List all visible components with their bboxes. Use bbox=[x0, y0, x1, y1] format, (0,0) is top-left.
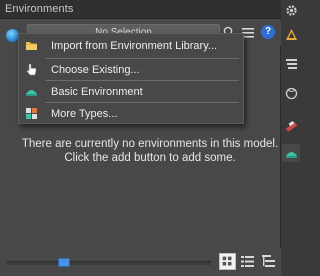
styles-icon[interactable] bbox=[285, 119, 298, 132]
slider-thumb[interactable] bbox=[58, 258, 70, 267]
menu-item-choose-existing[interactable]: Choose Existing... bbox=[19, 60, 243, 80]
menu-item-label: Basic Environment bbox=[51, 86, 143, 98]
thumbnail-size-slider[interactable] bbox=[6, 261, 211, 265]
gear-icon[interactable] bbox=[285, 4, 298, 17]
list-view-icon[interactable] bbox=[240, 254, 255, 269]
titlebar[interactable]: Environments bbox=[0, 0, 281, 19]
grid-view-icon[interactable] bbox=[219, 253, 236, 270]
right-sidebar bbox=[282, 0, 300, 276]
grid-types-icon bbox=[26, 108, 37, 119]
menu-separator bbox=[45, 102, 239, 103]
environment-icon[interactable] bbox=[285, 147, 298, 160]
menu-separator bbox=[45, 80, 239, 81]
menu-separator bbox=[45, 58, 239, 59]
help-button[interactable]: ? bbox=[261, 25, 275, 39]
empty-state-message: There are currently no environments in t… bbox=[21, 138, 279, 164]
panel-title: Environments bbox=[5, 3, 74, 15]
menu-item-import-library[interactable]: Import from Environment Library... bbox=[19, 36, 243, 56]
materials-icon[interactable] bbox=[285, 28, 298, 41]
menu-item-label: More Types... bbox=[51, 108, 118, 120]
tree-view-icon[interactable] bbox=[261, 254, 276, 269]
menu-item-label: Choose Existing... bbox=[51, 64, 140, 76]
menu-item-label: Import from Environment Library... bbox=[51, 40, 218, 52]
menu-item-more-types[interactable]: More Types... bbox=[19, 104, 243, 124]
add-environment-menu: Import from Environment Library... Choos… bbox=[18, 33, 244, 124]
pointer-hand-icon bbox=[26, 63, 37, 76]
layers-icon[interactable] bbox=[285, 57, 298, 70]
environment-icon bbox=[26, 90, 37, 96]
folder-icon bbox=[26, 42, 37, 50]
globe-outline-icon[interactable] bbox=[285, 87, 298, 100]
menu-item-basic-environment[interactable]: Basic Environment bbox=[19, 82, 243, 102]
